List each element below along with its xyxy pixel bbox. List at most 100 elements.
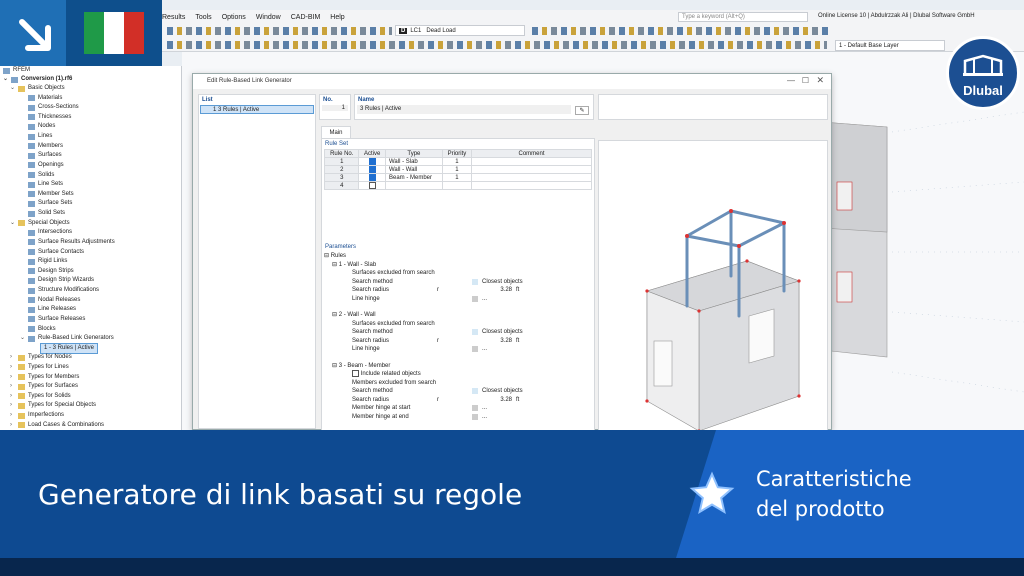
nav-item[interactable]: Design Strips: [20, 267, 74, 276]
nav-item[interactable]: Line Releases: [20, 305, 76, 314]
nav-item[interactable]: › Types for Lines: [10, 363, 69, 372]
parameter-group[interactable]: ⊟ 3 - Beam - Member: [322, 362, 594, 370]
menu-help[interactable]: Help: [330, 14, 344, 21]
rule-type-cell[interactable]: Wall - Wall: [384, 165, 443, 175]
nav-item[interactable]: Surface Sets: [20, 199, 72, 208]
nav-item[interactable]: › Types for Surfaces: [10, 382, 78, 391]
nav-root[interactable]: RFEM: [3, 66, 30, 75]
parameter-row[interactable]: Surfaces excluded from search: [322, 269, 594, 277]
table-row[interactable]: 3 Beam - Member 1: [323, 173, 592, 183]
nav-item[interactable]: Surface Contacts: [20, 248, 84, 257]
toolbar2-icons[interactable]: [167, 41, 827, 49]
rule-active-checkbox[interactable]: [368, 182, 376, 190]
rule-comment-cell[interactable]: [471, 165, 592, 175]
collapse-icon[interactable]: ⊟: [332, 363, 339, 369]
rule-type-cell[interactable]: [384, 181, 443, 191]
list-item[interactable]: 1 3 Rules | Active: [200, 105, 314, 114]
nav-item[interactable]: Blocks: [20, 325, 56, 334]
rule-priority-cell[interactable]: 1: [441, 173, 473, 183]
parameter-row[interactable]: Line hinge...: [322, 345, 594, 353]
search-input[interactable]: Type a keyword (Alt+Q): [678, 12, 808, 22]
rule-comment-cell[interactable]: [471, 173, 592, 183]
table-row[interactable]: 1 Wall - Slab 1: [323, 156, 592, 167]
collapse-icon[interactable]: ⊟: [324, 253, 331, 259]
nav-item[interactable]: Members: [20, 142, 63, 151]
menu-options[interactable]: Options: [222, 14, 246, 21]
load-case-select[interactable]: D LC1 Dead Load: [395, 25, 525, 36]
parameter-row[interactable]: Member hinge at end...: [322, 413, 594, 421]
rule-comment-cell[interactable]: [471, 156, 592, 167]
rule-comment-cell[interactable]: [471, 181, 592, 191]
parameter-group[interactable]: ⊟ 2 - Wall - Wall: [322, 311, 594, 319]
rule-priority-cell[interactable]: 1: [441, 165, 473, 175]
nav-file[interactable]: ⌄ Conversion (1).rf6: [3, 75, 72, 84]
parameter-group[interactable]: ⊟ 1 - Wall - Slab: [322, 261, 594, 269]
base-layer-select[interactable]: 1 - Default Base Layer: [835, 40, 945, 51]
parameter-row[interactable]: Member hinge at start...: [322, 404, 594, 412]
parameter-row[interactable]: Line hinge...: [322, 295, 594, 303]
nav-item[interactable]: Surfaces: [20, 151, 62, 160]
edit-name-icon[interactable]: ✎: [575, 106, 589, 115]
include-related-checkbox[interactable]: [352, 370, 359, 377]
nav-item[interactable]: Rigid Links: [20, 257, 67, 266]
parameter-value[interactable]: ...: [482, 404, 487, 412]
nav-item[interactable]: Cross-Sections: [20, 103, 79, 112]
minimize-icon[interactable]: —: [787, 76, 795, 85]
nav-item[interactable]: Intersections: [20, 228, 72, 237]
rule-priority-cell[interactable]: [441, 181, 473, 191]
parameter-value[interactable]: 3.28: [482, 286, 512, 294]
parameter-value[interactable]: ...: [482, 295, 487, 303]
nav-item[interactable]: Design Strip Wizards: [20, 276, 94, 285]
parameter-value[interactable]: Closest objects: [482, 278, 523, 286]
parameter-row[interactable]: Search method Closest objects: [322, 278, 594, 286]
nav-item[interactable]: › Types for Solids: [10, 392, 71, 401]
rule-type-cell[interactable]: Beam - Member: [384, 173, 443, 183]
table-row[interactable]: 2 Wall - Wall 1: [323, 165, 592, 175]
nav-item[interactable]: › Types for Members: [10, 373, 79, 382]
parameter-value[interactable]: ...: [482, 345, 487, 353]
name-input[interactable]: 3 Rules | Active: [357, 105, 571, 114]
rule-type-cell[interactable]: Wall - Slab: [384, 156, 443, 167]
menu-cad-bim[interactable]: CAD-BIM: [291, 14, 321, 21]
parameter-row[interactable]: Search radius r 3.28 ft: [322, 286, 594, 294]
rule-priority-cell[interactable]: 1: [441, 156, 473, 167]
nav-item[interactable]: ⌄ Special Objects: [10, 219, 70, 228]
parameter-row[interactable]: Search radius r 3.28 ft: [322, 396, 594, 404]
rule-active-checkbox[interactable]: [368, 166, 376, 174]
close-icon[interactable]: ✕: [816, 75, 824, 86]
nav-item[interactable]: › Types for Special Objects: [10, 401, 96, 410]
nav-item[interactable]: Surface Releases: [20, 315, 85, 324]
collapse-icon[interactable]: ⊟: [332, 312, 339, 318]
no-value[interactable]: 1: [322, 105, 348, 111]
nav-item[interactable]: Member Sets: [20, 190, 74, 199]
parameter-value[interactable]: Closest objects: [482, 328, 523, 336]
nav-item[interactable]: › Load Cases & Combinations: [10, 421, 104, 430]
parameter-row[interactable]: Search method Closest objects: [322, 328, 594, 336]
parameter-value[interactable]: 3.28: [482, 337, 512, 345]
nav-item[interactable]: Openings: [20, 161, 64, 170]
parameter-row[interactable]: Search radius r 3.28 ft: [322, 337, 594, 345]
rule-active-checkbox[interactable]: [368, 158, 376, 165]
collapse-icon[interactable]: ⊟: [332, 262, 339, 268]
parameter-row[interactable]: Search method Closest objects: [322, 387, 594, 395]
nav-item[interactable]: Materials: [20, 94, 62, 103]
rule-active-checkbox[interactable]: [368, 174, 376, 182]
nav-item[interactable]: › Types for Nodes: [10, 353, 72, 362]
tab-main[interactable]: Main: [321, 126, 351, 138]
parameter-row[interactable]: Members excluded from search: [322, 379, 594, 387]
table-row[interactable]: 4: [323, 181, 592, 191]
toolbar-icons-left[interactable]: [167, 27, 392, 35]
nav-item[interactable]: Solid Sets: [20, 209, 65, 218]
toolbar-icons-right[interactable]: [532, 27, 832, 35]
nav-item[interactable]: ⌄ Basic Objects: [10, 84, 65, 93]
parameters-rules-node[interactable]: ⊟ Rules: [322, 252, 594, 260]
nav-item[interactable]: › Imperfections: [10, 411, 64, 420]
nav-item[interactable]: Nodes: [20, 122, 55, 131]
nav-item[interactable]: Nodal Releases: [20, 296, 80, 305]
parameter-row[interactable]: Include related objects: [322, 370, 594, 378]
nav-item[interactable]: Line Sets: [20, 180, 63, 189]
parameter-row[interactable]: Surfaces excluded from search: [322, 320, 594, 328]
menu-window[interactable]: Window: [256, 14, 281, 21]
parameter-value[interactable]: ...: [482, 413, 487, 421]
menu-results[interactable]: Results: [162, 14, 185, 21]
